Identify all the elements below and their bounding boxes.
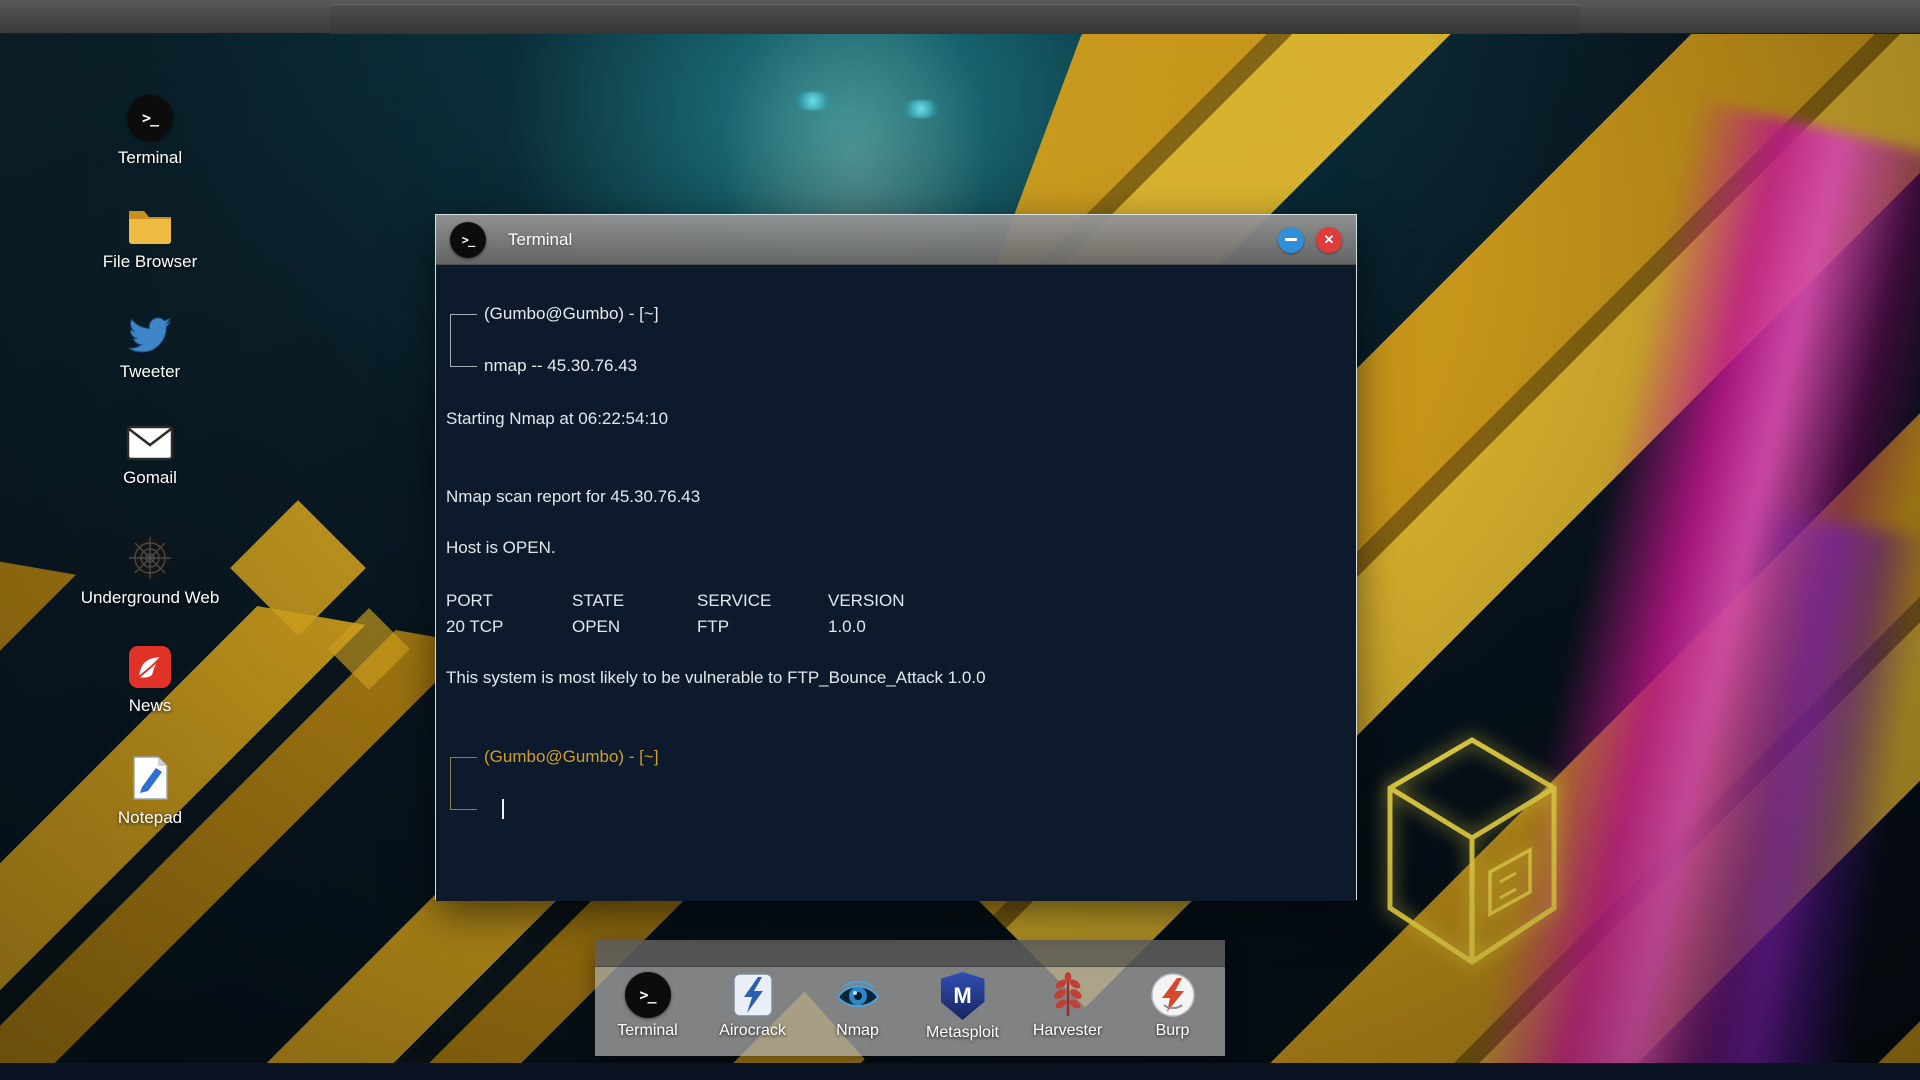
minimize-button[interactable] <box>1278 226 1304 253</box>
terminal-icon: >_ <box>624 972 671 1018</box>
yellow-block <box>230 500 366 636</box>
top-bar <box>0 0 1920 34</box>
dock-item-label: Airocrack <box>719 1022 786 1039</box>
terminal-content[interactable]: (Gumbo@Gumbo) - [~] nmap -- 45.30.76.43 … <box>436 265 1356 901</box>
dock-item-label: Harvester <box>1032 1022 1103 1039</box>
desktop-icon-underground-web[interactable]: Underground Web <box>75 535 225 608</box>
metasploit-glyph: M <box>953 983 972 1008</box>
desktop-icon-label: Tweeter <box>119 362 181 381</box>
dock-item-nmap[interactable]: Nmap <box>805 972 910 1040</box>
desktop-icon-gomail[interactable]: Gomail <box>75 425 225 488</box>
prompt-bracket <box>450 756 477 758</box>
prompt-bracket <box>450 365 477 367</box>
dock-item-burp[interactable]: Burp <box>1120 972 1225 1040</box>
terminal-glyph: >_ <box>639 986 656 1004</box>
desktop-icon-notepad[interactable]: Notepad <box>75 755 225 828</box>
text-cursor <box>502 799 504 819</box>
terminal-titlebar[interactable]: >_ Terminal ✕ <box>436 215 1356 265</box>
close-button[interactable]: ✕ <box>1316 226 1342 253</box>
dock-item-label: Burp <box>1155 1022 1190 1039</box>
terminal-window: >_ Terminal ✕ (Gumbo@Gumbo) - [~] nmap -… <box>435 214 1357 901</box>
terminal-output-line: Host is OPEN. <box>446 538 556 557</box>
desktop-icon-file-browser[interactable]: File Browser <box>75 205 225 272</box>
dock: >_ Terminal Airocrack Nmap M Metasploit … <box>595 940 1225 1056</box>
window-title: Terminal <box>508 229 573 249</box>
mail-icon <box>126 425 174 461</box>
minimize-icon <box>1285 238 1297 241</box>
dock-item-label: Terminal <box>617 1022 678 1039</box>
dock-item-airocrack[interactable]: Airocrack <box>700 972 805 1040</box>
desktop-icon-label: File Browser <box>102 252 198 271</box>
notepad-icon <box>133 756 168 800</box>
prompt-user: (Gumbo@Gumbo) - [~] <box>484 304 659 323</box>
purple-streak <box>1646 510 1920 1080</box>
desktop-icon-label: Gomail <box>123 468 177 487</box>
bottom-strip <box>0 1063 1920 1080</box>
terminal-output-line: Starting Nmap at 06:22:54:10 <box>446 409 669 428</box>
desktop-icon-tweeter[interactable]: Tweeter <box>75 315 225 382</box>
dock-item-terminal[interactable]: >_ Terminal <box>595 972 700 1040</box>
table-header: SERVICE <box>697 591 772 610</box>
wallpaper-eye-glow <box>790 92 836 110</box>
shell-prompt: (Gumbo@Gumbo) - [~] nmap -- 45.30.76.43 <box>450 301 1336 379</box>
table-header: VERSION <box>828 591 905 610</box>
terminal-glyph: >_ <box>461 232 475 247</box>
table-cell: OPEN <box>572 617 621 636</box>
terminal-app-icon: >_ <box>450 221 486 258</box>
prompt-user: (Gumbo@Gumbo) - [~] <box>484 747 659 766</box>
desktop-icon-label: Underground Web <box>80 588 220 607</box>
dark-web-icon <box>129 537 171 579</box>
harvester-leaf-icon <box>1045 972 1091 1018</box>
top-bar-inset <box>330 4 1580 34</box>
prompt-bracket <box>450 313 477 315</box>
shell-prompt: (Gumbo@Gumbo) - [~] <box>450 744 1336 822</box>
yellow-block <box>327 607 411 691</box>
desktop-icon-news[interactable]: News <box>75 645 225 716</box>
table-header: STATE <box>572 591 625 610</box>
desktop-icon-terminal[interactable]: >_ Terminal <box>75 95 225 168</box>
neon-cube-graphic <box>1387 737 1557 965</box>
dock-handle[interactable] <box>595 940 1225 967</box>
dock-item-harvester[interactable]: Harvester <box>1015 972 1120 1040</box>
dock-item-label: Nmap <box>836 1022 879 1039</box>
port-scan-table: PORT STATE SERVICE VERSION 20 TCP OPEN F… <box>446 588 1336 640</box>
window-controls: ✕ <box>1278 226 1342 253</box>
wallpaper-eye-glow <box>898 100 944 118</box>
terminal-icon: >_ <box>127 95 173 141</box>
desktop-icon-label: Terminal <box>117 148 183 167</box>
burp-icon <box>1150 972 1196 1018</box>
metasploit-shield-icon: M <box>940 972 985 1020</box>
dock-item-metasploit[interactable]: M Metasploit <box>910 972 1015 1042</box>
table-cell: 1.0.0 <box>828 617 866 636</box>
folder-icon <box>129 211 171 244</box>
terminal-glyph: >_ <box>141 109 159 127</box>
dock-item-label: Metasploit <box>926 1024 999 1041</box>
close-icon: ✕ <box>1323 231 1335 247</box>
airocrack-icon <box>730 972 776 1018</box>
prompt-bracket <box>450 808 477 810</box>
magenta-streak <box>1471 99 1920 1080</box>
table-header: PORT <box>446 591 493 610</box>
bird-icon <box>128 317 172 353</box>
terminal-output-line: Nmap scan report for 45.30.76.43 <box>446 487 701 506</box>
news-icon <box>129 646 171 688</box>
table-cell: 20 TCP <box>446 617 504 636</box>
table-cell: FTP <box>697 617 730 636</box>
vulnerability-line: This system is most likely to be vulnera… <box>446 668 986 687</box>
command-text: nmap -- 45.30.76.43 <box>484 356 638 375</box>
desktop-icon-label: Notepad <box>117 808 183 827</box>
nmap-eye-icon <box>835 972 881 1018</box>
desktop-icon-label: News <box>128 696 172 715</box>
dock-items: >_ Terminal Airocrack Nmap M Metasploit … <box>595 967 1225 1056</box>
